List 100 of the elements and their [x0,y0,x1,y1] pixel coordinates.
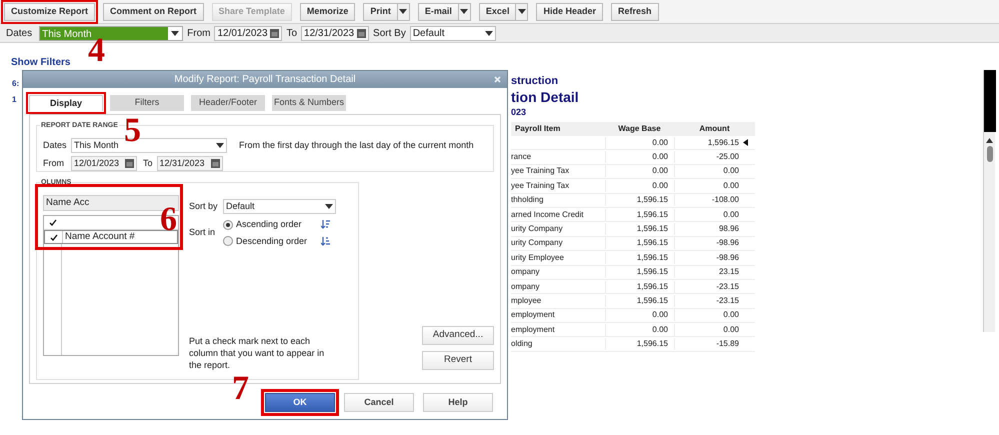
dialog-button[interactable]: Help [423,393,493,412]
calendar-icon [357,28,366,38]
to-label: To [143,156,153,170]
toolbar-button[interactable]: Print [363,2,398,20]
sort-in-label: Sort in [189,226,216,240]
toolbar-button[interactable]: Refresh [610,2,658,20]
to-label: To [286,26,298,40]
dropdown-caret-icon [325,204,333,209]
table-cell-text: 0.00 [722,165,739,178]
radio-button[interactable] [223,220,233,230]
sort-by-dropdown[interactable]: Default [410,26,496,40]
dialog-tab[interactable]: Filters [110,95,184,111]
dates-label: Dates [6,26,32,40]
table-cell-text: ompany [511,280,540,293]
dropdown-caret-icon [399,9,408,14]
table-cell-text: employment [511,309,556,322]
dropdown-arrow-button[interactable] [458,2,471,20]
report-text-fragment: 1 [12,94,16,106]
step-number: 7 [232,372,249,406]
table-cell-text: 0.00 [722,309,739,322]
to-date-field[interactable]: 12/31/2023 [301,26,370,40]
columns-hint: Put a check mark next to each column that you want to appear in the report. [189,335,326,371]
toolbar-button[interactable]: Excel [478,2,516,20]
dialog-button[interactable]: Cancel [344,393,414,412]
table-cell-text: -15.89 [715,338,739,350]
dialog-button[interactable]: OK [265,393,335,412]
scroll-thumb[interactable] [986,146,992,162]
table-cell-text: -98.96 [715,237,739,250]
column-header[interactable]: Payroll Item [511,123,605,135]
table-cell: 1,596.15 [605,194,674,206]
table-cell-text: -23.15 [715,294,739,307]
table-cell-text: 0.00 [722,324,739,336]
side-button[interactable]: Advanced... [422,326,494,345]
table-cell-text: yee Training Tax [511,180,570,192]
table-cell-text: olding [511,338,534,350]
dialog-tab[interactable]: Fonts & Numbers [272,95,346,111]
dropdown-arrow-button[interactable] [398,2,410,20]
dialog-tab[interactable]: Display [29,95,103,111]
table-cell: 1,596.15 [605,294,674,307]
table-cell: 1,596.15 [605,208,674,221]
radio-label[interactable]: Ascending order [236,218,302,232]
scrollbar-block [984,70,996,132]
from-label: From [43,156,65,170]
calendar-icon [270,28,280,38]
table-cell: 0.00 [605,309,674,322]
table-cell: 1,596.15 [605,252,674,264]
dropdown-caret-icon [171,30,180,36]
table-cell: 0.00 [605,151,674,164]
scrollbar[interactable] [983,70,995,332]
table-cell-text: ompany [511,266,540,278]
table-cell-text: urity Company [511,237,564,250]
to-date-field[interactable]: 12/31/2023 [156,156,223,171]
table-cell-text: arned Income Credit [511,208,584,221]
column-header[interactable]: Wage Base [605,123,674,135]
table-cell-text: employment [511,324,556,336]
table-cell-text: 0.00 [722,208,739,221]
dialog-title: Modify Report: Payroll Transaction Detail [174,73,356,87]
table-cell-text: urity Employee [511,252,565,264]
toolbar-button[interactable]: E-mail [418,2,459,20]
calendar-icon [210,159,220,168]
table-cell-text: rance [511,151,532,164]
calendar-icon [125,159,134,168]
report-title: struction [511,74,558,89]
sort-ascending-icon[interactable] [321,220,330,230]
report-title: 023 [511,106,526,119]
side-button[interactable]: Revert [422,351,494,370]
dialog-tab[interactable]: Header/Footer [191,95,265,111]
date-range-description: From the first day through the last day of the current month [239,138,474,152]
scroll-up-arrow-icon[interactable] [986,138,993,143]
table-cell-text: thholding [511,194,544,206]
from-label: From [187,26,210,40]
sort-by-dropdown[interactable]: Default [223,199,336,214]
from-date-field[interactable]: 12/01/2023 [214,26,282,40]
toolbar-button[interactable]: Comment on Report [103,2,204,20]
table-cell: 1,596.15 [605,266,674,278]
table-cell: 0.00 [605,136,674,149]
toolbar-button[interactable]: Memorize [300,2,356,20]
radio-label[interactable]: Descending order [236,234,308,248]
radio-button[interactable] [223,236,233,246]
table-cell-text: -108.00 [710,194,739,206]
dropdown-arrow-button[interactable] [516,2,528,20]
report-title: tion Detail [511,89,579,106]
table-cell: 0.00 [605,165,674,178]
toolbar-button[interactable]: Customize Report [4,2,96,20]
check-icon [49,219,57,226]
dropdown-caret-icon [484,30,493,36]
table-cell-text: urity Company [511,223,564,236]
table-cell-text: yee Training Tax [511,165,570,178]
table-cell: 1,596.15 [605,237,674,250]
dropdown-caret-icon [216,143,224,148]
show-filters-link[interactable]: Show Filters [11,55,70,70]
column-header[interactable]: Amount [674,123,755,135]
dropdown-caret-icon [518,9,526,14]
table-cell: 1,596.15 [605,338,674,350]
sort-descending-icon[interactable] [321,236,330,246]
sort-by-label: Sort by [189,200,217,213]
from-date-field[interactable]: 12/01/2023 [71,156,137,171]
column-list-item[interactable]: Name Account # [44,230,178,244]
toolbar-button[interactable]: Hide Header [536,2,603,20]
table-cell: 1,596.15 [605,223,674,236]
